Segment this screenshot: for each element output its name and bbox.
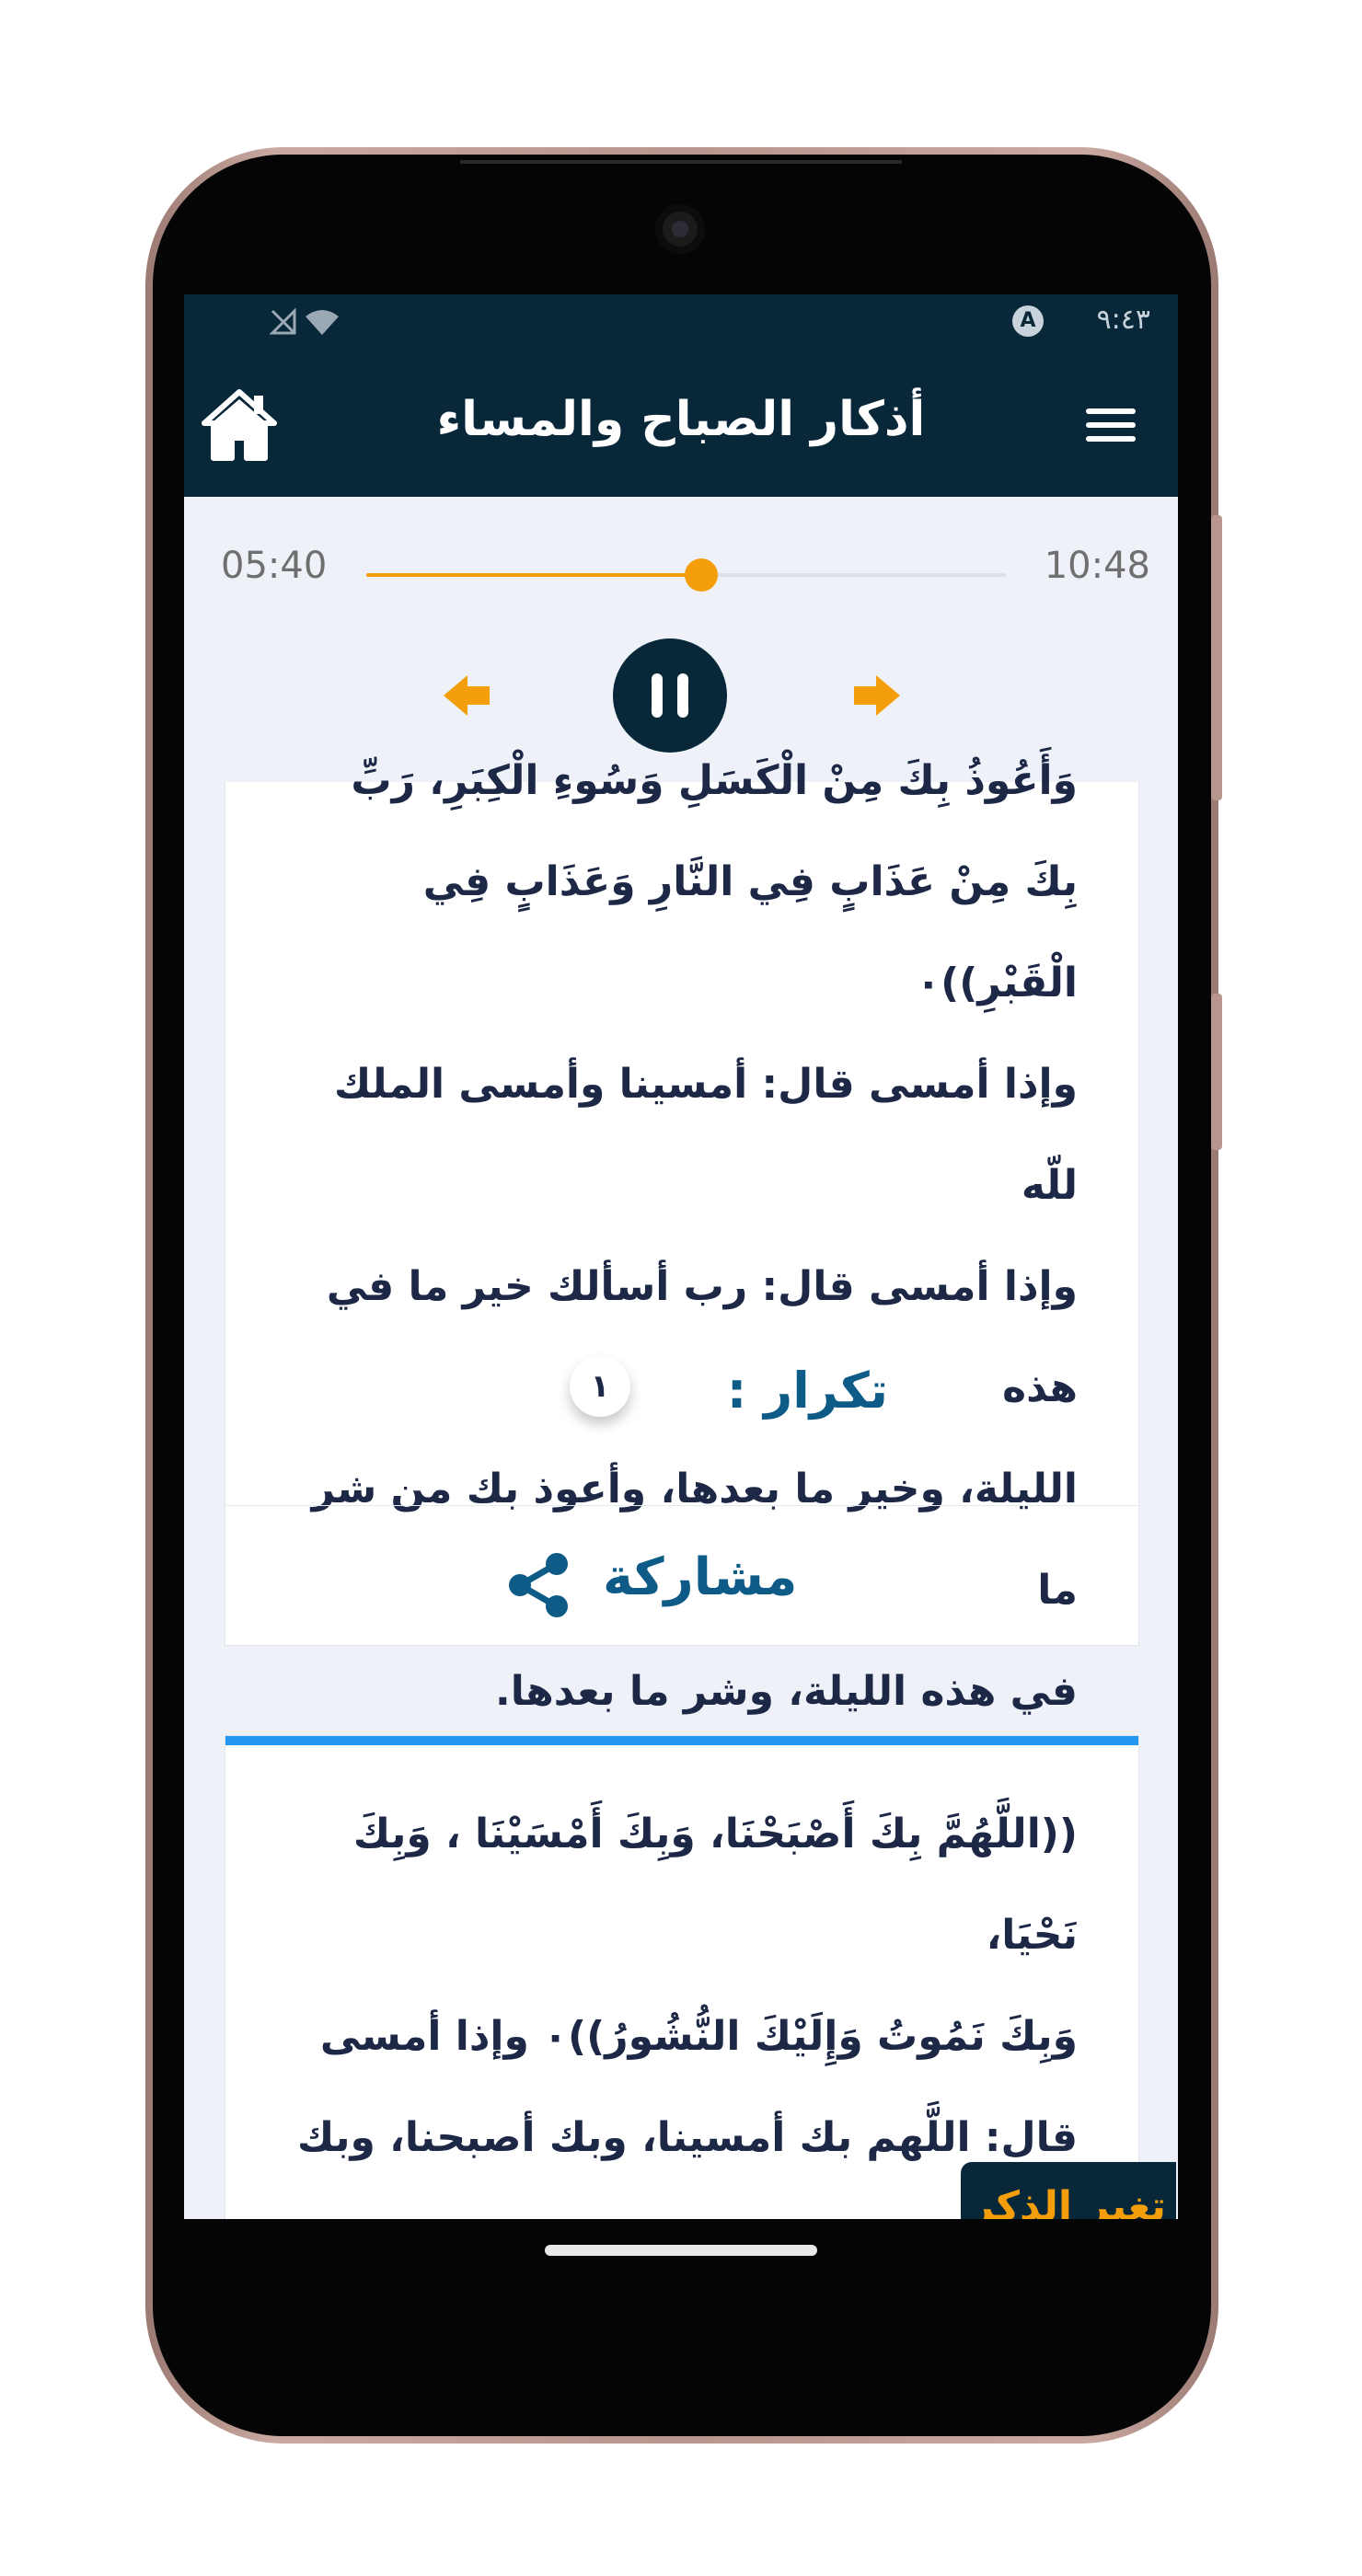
menu-icon[interactable] (1086, 408, 1136, 445)
repeat-row: تكرار : ١ (225, 1356, 1138, 1439)
zekr-line: وإذا أمسى قال: أمسينا وأمسى الملك للّه (334, 1061, 1078, 1209)
zekr-line: نحيا، وبك نموت، وإليك المصير. (286, 2189, 1078, 2219)
zekr-line: ((اللَّهُمَّ بِكَ أَصْبَحْنَا، وَبِكَ أَ… (352, 1811, 1078, 1959)
notification-alert-icon: A (1012, 305, 1044, 337)
status-time: ٩:٤٣ (1096, 304, 1150, 336)
home-indicator[interactable] (545, 2245, 817, 2256)
power-button (1211, 994, 1222, 1150)
zekr-card: ((اللَّهُمَّ بِكَ أَصْبَحْنَا، وَبِكَ أَ… (225, 1735, 1139, 2219)
zekr-line: بِكَ مِنْ عَذَابٍ فِي النَّارِ وَعَذَابٍ… (422, 858, 1078, 1006)
share-label: مشاركة (603, 1547, 798, 1607)
repeat-counter[interactable]: ١ (570, 1356, 630, 1417)
app-bar: أذكار الصباح والمساء (184, 350, 1178, 497)
pause-icon (652, 673, 663, 718)
zekr-text: ((اللَّهُمَّ بِكَ أَصْبَحْنَا، وَبِكَ أَ… (286, 1784, 1078, 2219)
zekr-line: في هذه الليلة، وشر ما بعدها. (495, 1668, 1078, 1715)
zekr-card: وَأَعُوذُ بِكَ مِنْ الْكَسَلِ وَسُوءِ ال… (225, 757, 1139, 1715)
repeat-label: تكرار : (726, 1362, 888, 1420)
card-accent-bar (225, 1736, 1138, 1745)
zekr-line: وَأَعُوذُ بِكَ مِنْ الْكَسَلِ وَسُوءِ ال… (351, 757, 1078, 804)
share-icon (509, 1553, 568, 1617)
seek-bar-thumb[interactable] (685, 558, 719, 592)
divider (225, 1505, 1138, 1506)
speaker-slit (460, 160, 902, 164)
zekr-line: وَبِكَ نَمُوتُ وَإِلَيْكَ النُّشُورُ))٠ … (319, 2013, 1078, 2060)
seek-bar[interactable] (366, 558, 1006, 592)
app-screen: ٩:٤٣ A أذكار الصباح والمساء 05:40 10:48 (184, 294, 1178, 2219)
volume-button (1211, 515, 1222, 800)
pause-icon-bar (677, 673, 688, 718)
elapsed-time: 05:40 (221, 545, 328, 587)
arrow-left-icon[interactable] (444, 673, 491, 718)
arrow-right-icon[interactable] (852, 673, 900, 718)
status-bar: ٩:٤٣ A (184, 294, 1178, 350)
seek-bar-progress (366, 573, 702, 577)
network-signal-icon (269, 307, 339, 335)
front-camera (655, 204, 705, 254)
total-duration: 10:48 (1044, 545, 1150, 587)
share-button[interactable]: مشاركة (502, 1542, 888, 1625)
change-zekr-button[interactable]: تغير الذكر (961, 2162, 1176, 2219)
zekr-line: قال: اللَّهم بك أمسينا، وبك أصبحنا، وبك (296, 2114, 1078, 2161)
page-title: أذكار الصباح والمساء (436, 392, 926, 447)
